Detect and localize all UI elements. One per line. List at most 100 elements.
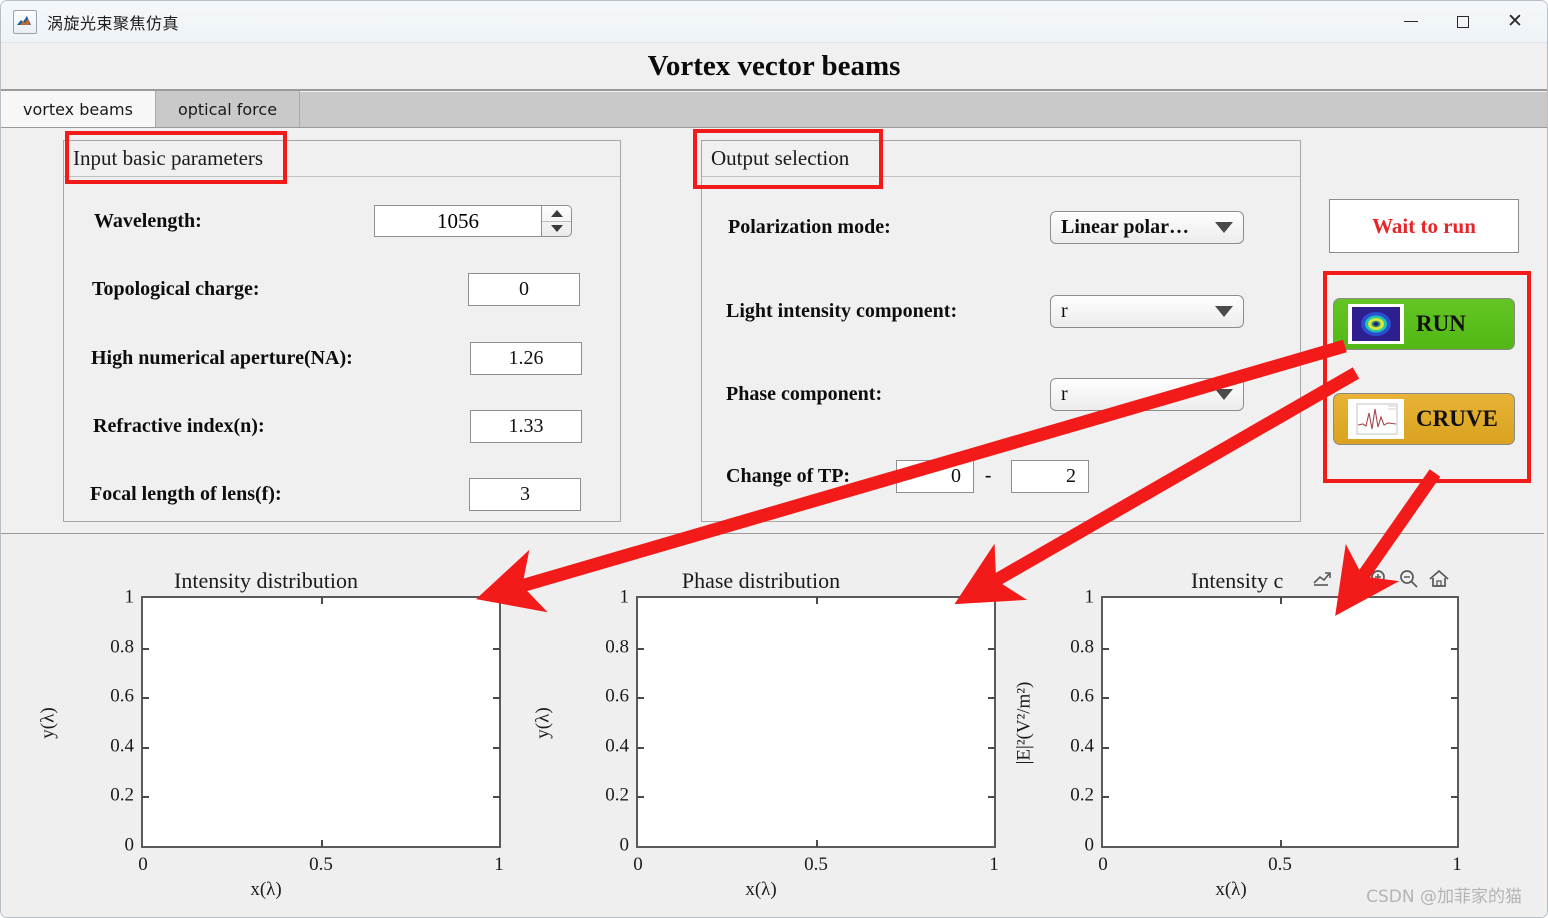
numerical-aperture-label: High numerical aperture(NA): [91,346,353,369]
tab-label: optical force [177,99,278,119]
curve-button[interactable]: CRUVE [1333,393,1515,445]
watermark: CSDN @加菲家的猫 [1366,887,1522,907]
plot-title: Intensity distribution [174,568,358,593]
tab-bar: vortex beams optical force [1,91,1547,128]
x-tick: 1 [494,854,504,875]
phase-component-label: Phase component: [726,382,883,405]
y-tick: 0.2 [1070,784,1094,806]
zoom-in-icon[interactable] [1369,568,1391,590]
y-tick: 0.8 [605,636,629,658]
pan-icon[interactable] [1340,568,1362,590]
spin-up-icon[interactable] [542,206,571,222]
export-icon[interactable] [1311,568,1333,590]
chevron-down-icon [1215,221,1233,233]
title-bar: 涡旋光束聚焦仿真 ✕ [1,1,1547,43]
input-panel-header: Input basic parameters [64,141,620,177]
vortex-beam-thumbnail-icon [1348,304,1404,344]
y-tick: 1 [124,586,135,608]
run-button[interactable]: RUN [1333,298,1515,350]
wavelength-stepper[interactable]: 1056 [374,205,572,237]
minimize-icon[interactable] [1385,1,1437,42]
input-panel-title: Input basic parameters [73,146,264,170]
page-header: Vortex vector beams [1,43,1547,91]
refractive-index-input[interactable]: 1.33 [470,409,582,443]
tp-to-input[interactable]: 2 [1011,459,1089,493]
focal-length-label: Focal length of lens(f): [90,482,282,505]
wavelength-spin-buttons[interactable] [542,205,572,237]
tp-separator: - [985,465,992,486]
topological-charge-label: Topological charge: [92,277,260,300]
y-tick: 0.8 [110,636,134,658]
phase-component-select[interactable]: r [1050,377,1244,411]
window-controls: ✕ [1385,1,1547,42]
y-tick: 0.6 [1070,685,1094,707]
output-panel-title: Output selection [711,146,850,170]
application-window: 涡旋光束聚焦仿真 ✕ Vortex vector beams vortex be… [0,0,1548,918]
phase-component-value: r [1061,382,1068,405]
home-icon[interactable] [1427,568,1451,590]
zoom-out-icon[interactable] [1398,568,1420,590]
wavelength-input[interactable]: 1056 [374,205,542,237]
y-tick: 0 [619,834,630,856]
plot-title: Phase distribution [681,568,841,593]
run-button-label: RUN [1416,311,1466,336]
tab-vortex-beams[interactable]: vortex beams [1,91,156,127]
y-tick: 0 [124,834,135,856]
numerical-aperture-input[interactable]: 1.26 [470,341,582,375]
x-tick: 0.5 [804,854,828,875]
plot-axes: 1 0.8 0.6 0.4 0.2 0 0 0.5 1 [110,587,504,875]
output-selection-panel: Output selection Polarization mode: Line… [701,140,1301,522]
y-tick: 0.4 [1070,735,1094,757]
intensity-curve-plot: Intensity c 1 0.8 0.6 0.4 0.2 0 0 0.5 1 … [991,534,1511,917]
plots-area: Intensity distribution 1 0.8 0.6 0.4 0.2… [1,533,1544,917]
close-icon[interactable]: ✕ [1489,1,1541,42]
window-title: 涡旋光束聚焦仿真 [47,13,180,33]
polarization-mode-label: Polarization mode: [728,215,891,238]
input-parameters-panel: Input basic parameters Wavelength: 1056 … [63,140,621,522]
y-tick: 0.6 [605,685,629,707]
plot-y-label: y(λ) [37,707,59,739]
x-tick: 0.5 [309,854,333,875]
plot-y-label: y(λ) [532,707,554,739]
y-tick: 0.2 [110,784,134,806]
tp-from-input[interactable]: 0 [896,459,974,493]
light-intensity-component-select[interactable]: r [1050,294,1244,328]
plot-axes: 1 0.8 0.6 0.4 0.2 0 0 0.5 1 [605,587,999,875]
matlab-icon [13,9,37,34]
polarization-mode-value: Linear polar… [1061,215,1189,238]
spin-down-icon[interactable] [542,222,571,237]
chevron-down-icon [1215,388,1233,400]
x-tick: 0 [138,854,148,875]
chevron-down-icon [1215,305,1233,317]
maximize-icon[interactable] [1437,1,1489,42]
y-tick: 0.4 [605,735,629,757]
y-tick: 0.6 [110,685,134,707]
change-of-tp-label: Change of TP: [726,464,851,487]
x-tick: 0.5 [1268,854,1292,875]
y-tick: 0.4 [110,735,134,757]
status-text: Wait to run [1372,213,1476,238]
plot-x-label: x(λ) [745,879,777,900]
curve-plot-thumbnail-icon [1348,399,1404,439]
y-tick: 0.2 [605,784,629,806]
wavelength-label: Wavelength: [94,209,202,232]
x-tick: 0 [633,854,643,875]
curve-button-label: CRUVE [1416,406,1498,431]
page-title: Vortex vector beams [647,49,901,82]
intensity-distribution-plot: Intensity distribution 1 0.8 0.6 0.4 0.2… [11,534,521,917]
output-panel-header: Output selection [702,141,1300,177]
y-tick: 1 [619,586,630,608]
controls-area: Input basic parameters Wavelength: 1056 … [1,128,1547,533]
y-tick: 0.8 [1070,636,1094,658]
y-tick: 0 [1084,834,1095,856]
phase-distribution-plot: Phase distribution 1 0.8 0.6 0.4 0.2 0 0 [506,534,1016,917]
plot-x-label: x(λ) [250,879,282,900]
focal-length-input[interactable]: 3 [469,477,581,511]
y-tick: 1 [1084,586,1095,608]
plot-title: Intensity c [1191,568,1284,593]
topological-charge-input[interactable]: 0 [468,272,580,306]
polarization-mode-select[interactable]: Linear polar… [1050,210,1244,244]
tab-optical-force[interactable]: optical force [155,91,301,127]
status-badge: Wait to run [1329,199,1519,253]
plot-y-label: |E|²(V²/m²) [1013,681,1035,765]
